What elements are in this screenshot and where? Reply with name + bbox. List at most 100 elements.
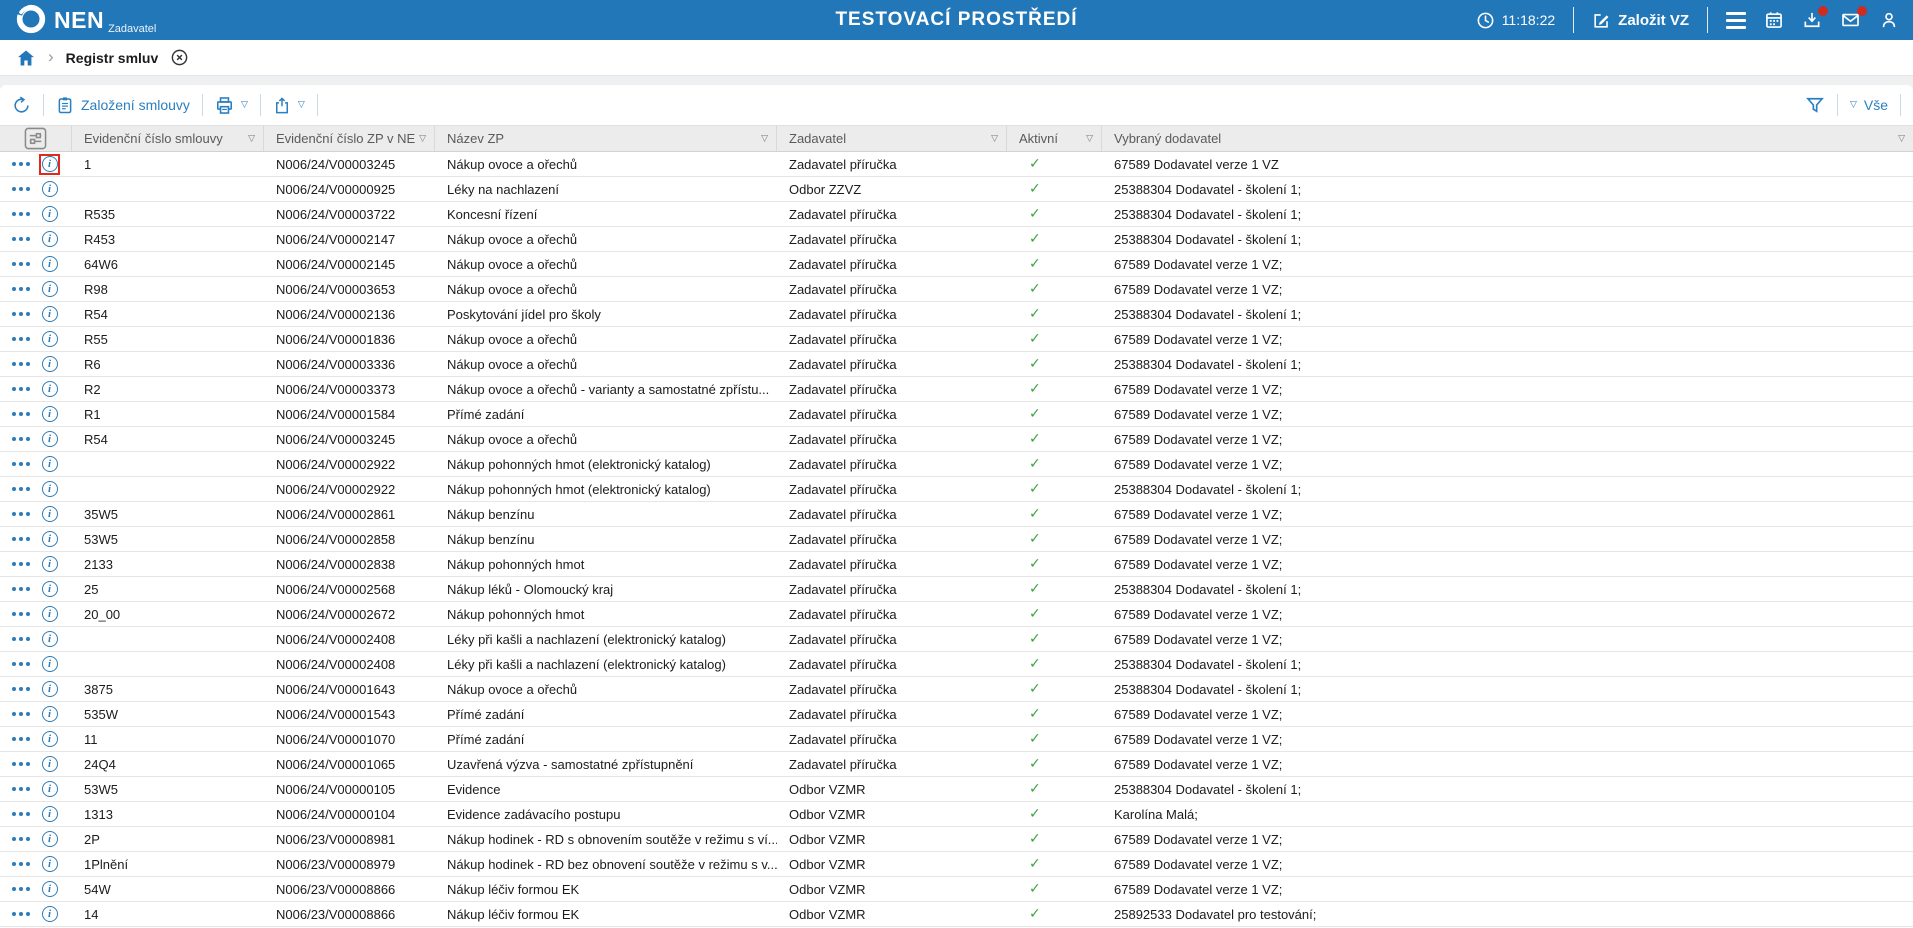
- row-actions-button[interactable]: [12, 487, 30, 491]
- row-actions-button[interactable]: [12, 762, 30, 766]
- row-info-button[interactable]: i: [39, 329, 60, 350]
- table-row[interactable]: iN006/24/V00002922Nákup pohonných hmot (…: [0, 452, 1913, 477]
- export-button[interactable]: ▽: [273, 96, 305, 115]
- print-button[interactable]: ▽: [215, 96, 248, 115]
- table-row[interactable]: iR54N006/24/V00003245Nákup ovoce a ořech…: [0, 427, 1913, 452]
- row-actions-button[interactable]: [12, 412, 30, 416]
- row-info-button[interactable]: i: [39, 304, 60, 325]
- row-info-button[interactable]: i: [39, 229, 60, 250]
- row-actions-button[interactable]: [12, 312, 30, 316]
- row-info-button[interactable]: i: [39, 604, 60, 625]
- table-row[interactable]: iR453N006/24/V00002147Nákup ovoce a ořec…: [0, 227, 1913, 252]
- close-tab-icon[interactable]: [170, 48, 189, 67]
- column-header-cislo-zp[interactable]: Evidenční číslo ZP v NEN: [264, 126, 435, 151]
- row-info-button[interactable]: i: [39, 804, 60, 825]
- table-row[interactable]: i53W5N006/24/V00000105EvidenceOdbor VZMR…: [0, 777, 1913, 802]
- table-row[interactable]: i1N006/24/V00003245Nákup ovoce a ořechůZ…: [0, 152, 1913, 177]
- row-actions-button[interactable]: [12, 462, 30, 466]
- row-info-button[interactable]: i: [39, 904, 60, 925]
- row-actions-button[interactable]: [12, 237, 30, 241]
- column-header-zadavatel[interactable]: Zadavatel: [777, 126, 1007, 151]
- table-row[interactable]: i35W5N006/24/V00002861Nákup benzínuZadav…: [0, 502, 1913, 527]
- row-actions-button[interactable]: [12, 637, 30, 641]
- row-actions-button[interactable]: [12, 912, 30, 916]
- table-row[interactable]: i2PN006/23/V00008981Nákup hodinek - RD s…: [0, 827, 1913, 852]
- row-actions-button[interactable]: [12, 712, 30, 716]
- filter-button[interactable]: [1805, 95, 1825, 115]
- column-header-aktivni[interactable]: Aktivní: [1007, 126, 1102, 151]
- table-row[interactable]: i53W5N006/24/V00002858Nákup benzínuZadav…: [0, 527, 1913, 552]
- column-filter-icon[interactable]: [419, 134, 426, 144]
- row-actions-button[interactable]: [12, 512, 30, 516]
- calendar-button[interactable]: [1764, 10, 1784, 30]
- home-icon[interactable]: [16, 48, 36, 68]
- table-row[interactable]: i11N006/24/V00001070Přímé zadáníZadavate…: [0, 727, 1913, 752]
- row-actions-button[interactable]: [12, 262, 30, 266]
- create-contract-button[interactable]: Založení smlouvy: [56, 96, 190, 114]
- column-header-cislo-smlouvy[interactable]: Evidenční číslo smlouvy: [72, 126, 264, 151]
- row-info-button[interactable]: i: [39, 404, 60, 425]
- row-info-button[interactable]: i: [39, 154, 60, 175]
- scope-select[interactable]: ▽ Vše: [1850, 97, 1888, 113]
- row-actions-button[interactable]: [12, 162, 30, 166]
- row-info-button[interactable]: i: [39, 779, 60, 800]
- table-row[interactable]: iR6N006/24/V00003336Nákup ovoce a ořechů…: [0, 352, 1913, 377]
- table-row[interactable]: i54WN006/23/V00008866Nákup léčiv formou …: [0, 877, 1913, 902]
- row-info-button[interactable]: i: [39, 554, 60, 575]
- export-dropdown-icon[interactable]: ▽: [298, 100, 305, 110]
- row-info-button[interactable]: i: [39, 829, 60, 850]
- table-row[interactable]: iN006/24/V00000925Léky na nachlazeníOdbo…: [0, 177, 1913, 202]
- table-row[interactable]: i535WN006/24/V00001543Přímé zadáníZadava…: [0, 702, 1913, 727]
- row-info-button[interactable]: i: [39, 479, 60, 500]
- row-info-button[interactable]: i: [39, 354, 60, 375]
- row-info-button[interactable]: i: [39, 629, 60, 650]
- row-info-button[interactable]: i: [39, 854, 60, 875]
- nen-logo[interactable]: NEN Zadavatel: [14, 2, 156, 38]
- row-actions-button[interactable]: [12, 362, 30, 366]
- row-info-button[interactable]: i: [39, 254, 60, 275]
- column-settings-button[interactable]: [0, 126, 72, 151]
- downloads-button[interactable]: [1802, 10, 1822, 30]
- messages-button[interactable]: [1840, 10, 1861, 30]
- create-vz-button[interactable]: Založit VZ: [1592, 11, 1689, 30]
- table-row[interactable]: i14N006/23/V00008866Nákup léčiv formou E…: [0, 902, 1913, 927]
- column-filter-icon[interactable]: [761, 134, 768, 144]
- table-row[interactable]: iR535N006/24/V00003722Koncesní řízeníZad…: [0, 202, 1913, 227]
- row-actions-button[interactable]: [12, 662, 30, 666]
- row-info-button[interactable]: i: [39, 754, 60, 775]
- table-row[interactable]: iN006/24/V00002408Léky při kašli a nachl…: [0, 652, 1913, 677]
- table-row[interactable]: i20_00N006/24/V00002672Nákup pohonných h…: [0, 602, 1913, 627]
- row-info-button[interactable]: i: [39, 654, 60, 675]
- table-row[interactable]: iR54N006/24/V00002136Poskytování jídel p…: [0, 302, 1913, 327]
- refresh-button[interactable]: [12, 96, 31, 115]
- table-row[interactable]: i2133N006/24/V00002838Nákup pohonných hm…: [0, 552, 1913, 577]
- row-info-button[interactable]: i: [39, 454, 60, 475]
- column-header-vybrany-dodavatel[interactable]: Vybraný dodavatel: [1102, 126, 1913, 151]
- row-actions-button[interactable]: [12, 837, 30, 841]
- row-info-button[interactable]: i: [39, 529, 60, 550]
- row-actions-button[interactable]: [12, 687, 30, 691]
- row-info-button[interactable]: i: [39, 179, 60, 200]
- row-info-button[interactable]: i: [39, 579, 60, 600]
- row-actions-button[interactable]: [12, 537, 30, 541]
- print-dropdown-icon[interactable]: ▽: [241, 100, 248, 110]
- row-info-button[interactable]: i: [39, 879, 60, 900]
- row-actions-button[interactable]: [12, 787, 30, 791]
- row-info-button[interactable]: i: [39, 729, 60, 750]
- row-actions-button[interactable]: [12, 337, 30, 341]
- row-actions-button[interactable]: [12, 612, 30, 616]
- row-actions-button[interactable]: [12, 387, 30, 391]
- table-row[interactable]: iN006/24/V00002922Nákup pohonných hmot (…: [0, 477, 1913, 502]
- table-row[interactable]: i1313N006/24/V00000104Evidence zadávacíh…: [0, 802, 1913, 827]
- profile-button[interactable]: [1879, 10, 1899, 30]
- row-actions-button[interactable]: [12, 862, 30, 866]
- row-actions-button[interactable]: [12, 812, 30, 816]
- row-actions-button[interactable]: [12, 187, 30, 191]
- breadcrumb-page[interactable]: Registr smluv: [66, 50, 159, 66]
- table-row[interactable]: i64W6N006/24/V00002145Nákup ovoce a ořec…: [0, 252, 1913, 277]
- row-info-button[interactable]: i: [39, 504, 60, 525]
- row-info-button[interactable]: i: [39, 204, 60, 225]
- column-filter-icon[interactable]: [1898, 134, 1905, 144]
- table-row[interactable]: i24Q4N006/24/V00001065Uzavřená výzva - s…: [0, 752, 1913, 777]
- row-actions-button[interactable]: [12, 212, 30, 216]
